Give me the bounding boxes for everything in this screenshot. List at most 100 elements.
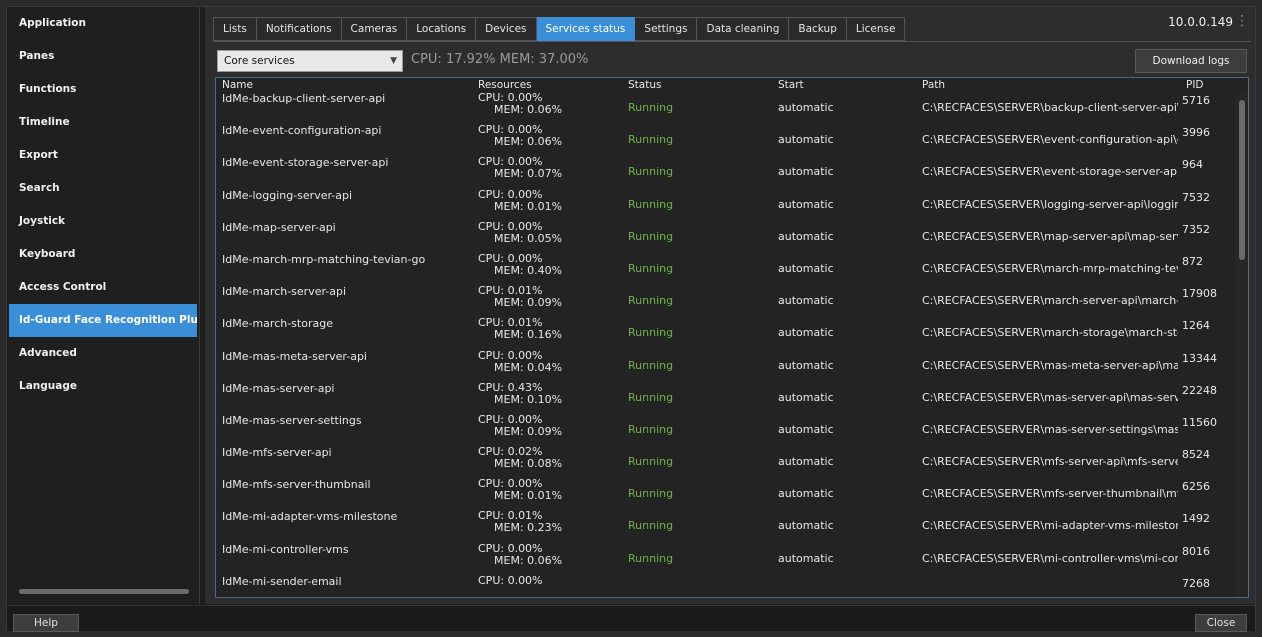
mem-usage: MEM: 0.09% xyxy=(494,424,563,438)
table-row[interactable]: IdMe-logging-server-api CPU: 0.00% MEM: 0.… xyxy=(216,187,1236,219)
main-panel: Lists Notifications Cameras Locations Device… xyxy=(205,7,1255,604)
service-path: C:\RECFACES\SERVER\mfs-server-api\mfs-se… xyxy=(922,455,1178,469)
service-group-select[interactable]: Core services ▼ xyxy=(217,50,403,72)
pid-value: 17908 xyxy=(1182,287,1217,301)
sidebar-item-keyboard[interactable]: Keyboard xyxy=(7,238,199,271)
sidebar-item-access-control[interactable]: Access Control xyxy=(7,271,199,304)
tab-devices[interactable]: Devices xyxy=(476,17,537,41)
service-path: C:\RECFACES\SERVER\event-storage-server-… xyxy=(922,165,1178,179)
service-name: IdMe-mi-adapter-vms-milestone xyxy=(222,510,398,524)
status-text: Running xyxy=(628,455,674,469)
service-name: IdMe-mas-server-settings xyxy=(222,413,362,427)
service-path: C:\RECFACES\SERVER\logging-server-api\lo… xyxy=(922,197,1178,211)
sidebar-item-panes[interactable]: Panes xyxy=(7,40,199,73)
service-path: C:\RECFACES\SERVER\backup-client-server-… xyxy=(922,101,1178,114)
tab-backup[interactable]: Backup xyxy=(789,17,847,41)
service-name: IdMe-map-server-api xyxy=(222,220,336,234)
sidebar-item-joystick[interactable]: Joystick xyxy=(7,205,199,238)
status-text: Running xyxy=(628,133,674,147)
status-text: Running xyxy=(628,519,674,533)
status-text: Running xyxy=(628,422,674,436)
service-name: IdMe-mas-server-api xyxy=(222,381,335,395)
table-row[interactable]: IdMe-backup-client-server-api CPU: 0.00% M… xyxy=(216,90,1236,122)
service-path: C:\RECFACES\SERVER\map-server-api\map-se… xyxy=(922,229,1178,243)
table-row[interactable]: IdMe-mi-adapter-vms-milestone CPU: 0.01% M… xyxy=(216,508,1236,540)
tab-data-cleaning[interactable]: Data cleaning xyxy=(697,17,790,41)
mem-usage: MEM: 0.40% xyxy=(494,263,563,277)
start-type: automatic xyxy=(778,358,834,372)
table-row[interactable]: IdMe-map-server-api CPU: 0.00% MEM: 0.05% R… xyxy=(216,219,1236,251)
service-name: IdMe-march-mrp-matching-tevian-go xyxy=(222,252,426,266)
table-scrollbar-thumb[interactable] xyxy=(1239,100,1245,260)
start-type: automatic xyxy=(778,390,834,404)
pid-value: 8524 xyxy=(1182,448,1210,462)
tab-lists[interactable]: Lists xyxy=(213,17,257,41)
sidebar-item-advanced[interactable]: Advanced xyxy=(7,337,199,370)
sidebar-item-search[interactable]: Search xyxy=(7,172,199,205)
sidebar-scrollbar[interactable] xyxy=(19,589,189,594)
sidebar-item-export[interactable]: Export xyxy=(7,139,199,172)
cpu-mem-summary: CPU: 17.92% MEM: 37.00% xyxy=(411,52,589,67)
service-path: C:\RECFACES\SERVER\mas-server-api\mas-se… xyxy=(922,390,1178,404)
status-text: Running xyxy=(628,229,674,243)
tab-settings[interactable]: Settings xyxy=(635,17,698,41)
table-row[interactable]: IdMe-mas-server-api CPU: 0.43% MEM: 0.10% R… xyxy=(216,380,1236,412)
download-logs-button[interactable]: Download logs xyxy=(1135,49,1247,73)
table-row[interactable]: IdMe-mas-server-settings CPU: 0.00% MEM: 0… xyxy=(216,412,1236,444)
table-row[interactable]: IdMe-event-storage-server-api CPU: 0.00% M… xyxy=(216,154,1236,186)
table-row[interactable]: IdMe-event-configuration-api CPU: 0.00% ME… xyxy=(216,122,1236,154)
service-path: C:\RECFACES\SERVER\event-configuration-a… xyxy=(922,133,1178,147)
sidebar-item-application[interactable]: Application xyxy=(7,7,199,40)
status-text: Running xyxy=(628,101,674,114)
start-type: automatic xyxy=(778,455,834,469)
service-path: C:\RECFACES\SERVER\mi-controller-vms\mi-… xyxy=(922,551,1178,565)
sidebar-item-timeline[interactable]: Timeline xyxy=(7,106,199,139)
start-type: automatic xyxy=(778,519,834,533)
table-row[interactable]: IdMe-mfs-server-thumbnail CPU: 0.00% MEM: … xyxy=(216,476,1236,508)
service-name: IdMe-mfs-server-thumbnail xyxy=(222,478,371,492)
service-name: IdMe-logging-server-api xyxy=(222,188,353,202)
tab-divider xyxy=(213,41,1251,42)
close-button[interactable]: Close xyxy=(1195,614,1247,632)
mem-usage: MEM: 0.09% xyxy=(494,296,563,310)
status-text: Running xyxy=(628,390,674,404)
start-type: automatic xyxy=(778,101,834,114)
service-name: IdMe-event-storage-server-api xyxy=(222,156,389,170)
table-row[interactable]: IdMe-mfs-server-api CPU: 0.02% MEM: 0.08% R… xyxy=(216,444,1236,476)
help-button[interactable]: Help xyxy=(13,614,79,632)
sidebar-item-id-guard-face-recognition-plugin[interactable]: Id-Guard Face Recognition Plugin xyxy=(9,304,197,337)
status-text: Running xyxy=(628,326,674,340)
sidebar-item-functions[interactable]: Functions xyxy=(7,73,199,106)
tab-license[interactable]: License xyxy=(846,17,906,41)
start-type: automatic xyxy=(778,197,834,211)
status-text: Running xyxy=(628,261,674,275)
pid-value: 8016 xyxy=(1182,544,1210,558)
pid-value: 7352 xyxy=(1182,222,1210,236)
table-row[interactable]: IdMe-mas-meta-server-api CPU: 0.00% MEM: 0… xyxy=(216,348,1236,380)
services-table: Name Resources Status Start Path PID IdM… xyxy=(215,77,1249,598)
start-type: automatic xyxy=(778,487,834,501)
start-type: automatic xyxy=(778,294,834,308)
sidebar-item-language[interactable]: Language xyxy=(7,370,199,403)
service-path: C:\RECFACES\SERVER\mfs-server-thumbnail\… xyxy=(922,487,1178,501)
table-row[interactable]: IdMe-mi-sender-email CPU: 0.00% 7268 xyxy=(216,573,1236,597)
start-type: automatic xyxy=(778,133,834,147)
tab-services-status[interactable]: Services status xyxy=(536,17,636,41)
table-row[interactable]: IdMe-mi-controller-vms CPU: 0.00% MEM: 0.0… xyxy=(216,541,1236,573)
mem-usage: MEM: 0.06% xyxy=(494,135,563,149)
tab-notifications[interactable]: Notifications xyxy=(256,17,342,41)
table-row[interactable]: IdMe-march-server-api CPU: 0.01% MEM: 0.09… xyxy=(216,283,1236,315)
tab-locations[interactable]: Locations xyxy=(407,17,477,41)
pid-value: 1264 xyxy=(1182,319,1210,333)
service-name: IdMe-event-configuration-api xyxy=(222,124,382,138)
service-path: C:\RECFACES\SERVER\march-storage\march-s… xyxy=(922,326,1178,340)
table-row[interactable]: IdMe-march-storage CPU: 0.01% MEM: 0.16% Ru… xyxy=(216,315,1236,347)
start-type: automatic xyxy=(778,261,834,275)
more-options-icon[interactable]: ⋮ xyxy=(1235,13,1249,29)
table-row[interactable]: IdMe-march-mrp-matching-tevian-go CPU: 0.… xyxy=(216,251,1236,283)
status-text: Running xyxy=(628,165,674,179)
app-window: Application Panes Functions Timeline Export S… xyxy=(6,6,1256,632)
mem-usage: MEM: 0.06% xyxy=(494,553,563,567)
tab-cameras[interactable]: Cameras xyxy=(341,17,408,41)
pid-value: 964 xyxy=(1182,158,1203,172)
